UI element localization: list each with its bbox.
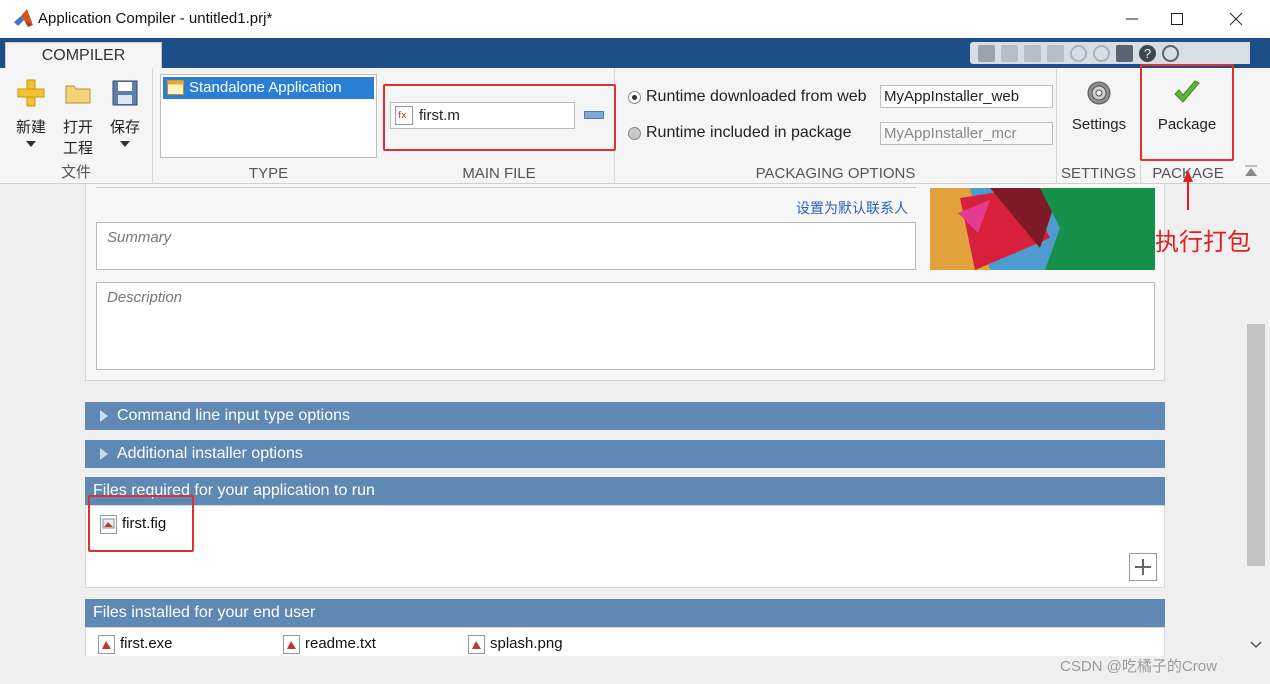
save-button[interactable]: 保存 <box>104 78 146 147</box>
annotation-arrow-icon <box>1183 170 1193 210</box>
runtime-package-label: Runtime included in package <box>646 124 852 141</box>
png-file-icon <box>468 635 485 654</box>
highlight-main-file <box>383 84 616 151</box>
scrollbar-thumb[interactable] <box>1247 324 1265 566</box>
txt-file-icon <box>283 635 300 654</box>
expand-arrow-icon <box>100 448 108 460</box>
main-file-section-label: MAIN FILE <box>462 165 536 182</box>
files-required-list: first.fig <box>85 505 1165 588</box>
settings-section-label: SETTINGS <box>1060 165 1136 182</box>
chevron-down-icon <box>120 141 130 147</box>
minimize-icon <box>1126 18 1138 20</box>
application-compiler-window: Application Compiler - untitled1.prj* CO… <box>0 0 1270 684</box>
file-item[interactable]: readme.txt <box>283 633 376 655</box>
cut-icon[interactable] <box>1001 44 1018 62</box>
watermark: CSDN @吃橘子的Crow <box>1060 658 1217 675</box>
copy-icon[interactable] <box>1024 44 1041 62</box>
runtime-web-radio[interactable] <box>628 91 641 104</box>
file-section-label: 文件 <box>60 164 91 181</box>
settings-button[interactable]: Settings <box>1065 78 1133 133</box>
runtime-package-radio[interactable] <box>628 127 641 140</box>
application-info-card: 设置为默认联系人 Summary Description <box>85 184 1165 381</box>
package-installer-name-input[interactable]: MyAppInstaller_mcr <box>880 122 1053 145</box>
files-installed-list: first.exe readme.txt splash.png <box>85 627 1165 656</box>
quick-access-toolbar: ? <box>970 42 1250 64</box>
help-icon[interactable]: ? <box>1139 44 1156 62</box>
command-line-options-bar[interactable]: Command line input type options <box>85 402 1165 430</box>
file-section: 新建 打开 工程 保存 文件 <box>0 68 153 184</box>
main-content: 设置为默认联系人 Summary Description Command lin… <box>0 184 1246 656</box>
title-bar: Application Compiler - untitled1.prj* <box>0 0 1270 38</box>
set-default-contact-link[interactable]: 设置为默认联系人 <box>796 198 908 218</box>
new-plus-icon <box>17 79 45 107</box>
files-required-header: Files required for your application to r… <box>85 477 1165 505</box>
file-item[interactable]: first.exe <box>98 633 173 655</box>
settings-section: Settings SETTINGS <box>1057 68 1141 184</box>
web-installer-name-input[interactable]: MyAppInstaller_web <box>880 85 1053 108</box>
matlab-logo-icon <box>14 9 33 27</box>
standalone-app-icon <box>167 80 184 95</box>
expand-arrow-icon <box>100 410 108 422</box>
minimize-ribbon-icon[interactable] <box>1162 44 1179 62</box>
gear-icon <box>1087 81 1111 105</box>
files-installed-header: Files installed for your end user <box>85 599 1165 627</box>
runtime-web-label: Runtime downloaded from web <box>646 88 867 105</box>
splash-image[interactable] <box>930 188 1155 270</box>
additional-installer-options-bar[interactable]: Additional installer options <box>85 440 1165 468</box>
undo-icon[interactable] <box>1070 44 1087 62</box>
new-button[interactable]: 新建 <box>10 78 52 147</box>
save-icon[interactable] <box>978 44 995 62</box>
tab-compiler[interactable]: COMPILER <box>5 42 162 68</box>
highlight-package <box>1140 64 1234 161</box>
maximize-button[interactable] <box>1155 4 1199 34</box>
add-file-button[interactable] <box>1129 553 1157 581</box>
redo-icon[interactable] <box>1093 44 1110 62</box>
close-button[interactable] <box>1214 4 1258 34</box>
plus-icon <box>1135 559 1151 575</box>
open-project-button[interactable]: 打开 工程 <box>57 78 99 158</box>
close-icon <box>1229 12 1243 26</box>
paste-icon[interactable] <box>1047 44 1064 62</box>
floppy-disk-icon <box>112 80 138 106</box>
file-item[interactable]: splash.png <box>468 633 563 655</box>
type-item-standalone[interactable]: Standalone Application <box>163 77 374 99</box>
ribbon-toolbar: 新建 打开 工程 保存 文件 TYPE Standalone Applicati… <box>0 68 1270 184</box>
window-title: Application Compiler - untitled1.prj* <box>38 10 273 27</box>
annotation-text: 执行打包 <box>1155 228 1251 256</box>
window-layout-icon[interactable] <box>1116 44 1133 62</box>
collapse-ribbon-icon[interactable] <box>1245 164 1257 176</box>
scroll-down-arrow-icon[interactable] <box>1250 640 1262 650</box>
type-section-label: TYPE <box>248 165 289 182</box>
maximize-icon <box>1171 13 1183 25</box>
folder-icon <box>65 85 91 104</box>
chevron-down-icon <box>26 141 36 147</box>
exe-file-icon <box>98 635 115 654</box>
highlight-first-fig <box>88 495 194 552</box>
packaging-options-label: PACKAGING OPTIONS <box>755 165 916 182</box>
description-field[interactable]: Description <box>96 282 1155 370</box>
ribbon-tab-strip: COMPILER ? <box>0 38 1270 68</box>
summary-field[interactable]: Summary <box>96 222 916 270</box>
application-type-list[interactable]: Standalone Application <box>160 74 377 158</box>
minimize-button[interactable] <box>1110 4 1154 34</box>
